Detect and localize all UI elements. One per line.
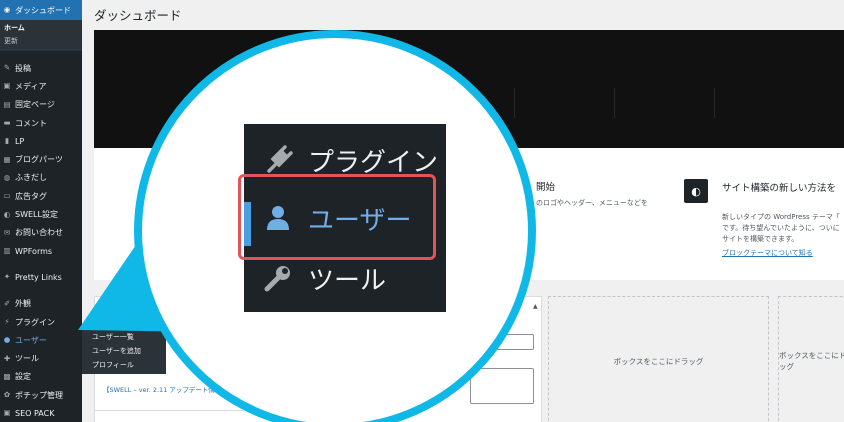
zoom-fragment-text: W bbox=[178, 68, 198, 92]
zoom-label-plugins: プラグイン bbox=[308, 147, 439, 178]
zoom-callout: W プラグイン ユーザー ツール bbox=[134, 30, 536, 422]
wrench-icon bbox=[258, 260, 298, 296]
zoom-label-tools: ツール bbox=[308, 265, 387, 296]
highlight-box bbox=[238, 174, 436, 260]
plugin-icon bbox=[258, 142, 298, 178]
zoom-item-tools: ツール bbox=[244, 254, 446, 302]
